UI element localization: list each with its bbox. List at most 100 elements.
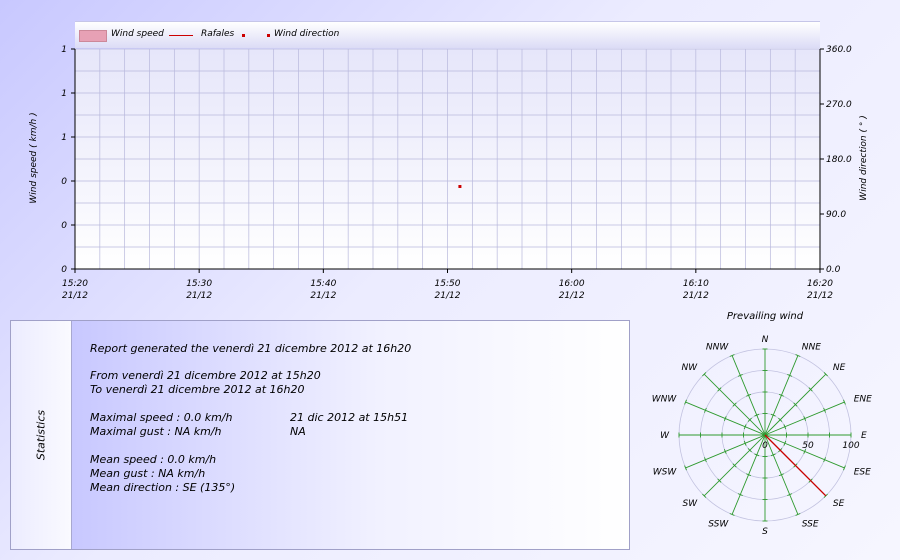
rose-spoke-tick: [823, 493, 828, 498]
rose-spoke: [764, 434, 799, 515]
rose-direction-label: SSW: [708, 520, 729, 530]
y2-tick-label: 360.0: [826, 45, 852, 55]
rose-spoke-tick: [743, 424, 747, 430]
rose-direction-label: WNW: [652, 394, 678, 404]
rose-spoke-tick: [702, 493, 707, 498]
rose-spoke-tick: [723, 416, 727, 422]
rose-spoke-tick: [737, 493, 743, 496]
x-tick-time: 15:40: [310, 279, 336, 289]
rose-spoke-tick: [723, 448, 727, 454]
rose-spoke-tick: [803, 416, 807, 422]
rose-spoke-tick: [787, 374, 793, 377]
rose-direction-label: NE: [833, 363, 846, 373]
rose-radial-label: 50: [802, 441, 814, 451]
rose-spoke-tick: [737, 374, 743, 377]
rose-direction-label: NNW: [706, 342, 729, 352]
rose-direction-label: NW: [681, 363, 698, 373]
rose-radial-label: 0: [762, 441, 768, 451]
y2-tick-label: 90.0: [826, 210, 846, 220]
to-line: To venerdì 21 dicembre 2012 at 16h20: [90, 383, 305, 396]
rose-spoke-tick: [783, 424, 787, 430]
x-tick-time: 16:00: [559, 279, 585, 289]
y2-tick-label: 270.0: [826, 100, 852, 110]
rose-ring: [743, 413, 787, 457]
rose-direction-label: N: [762, 335, 769, 345]
rose-spoke: [764, 434, 827, 497]
y-tick-label: 1: [61, 45, 67, 55]
rose-spoke-tick: [746, 473, 752, 477]
rose-spoke-tick: [823, 372, 828, 377]
rose-spoke-tick: [823, 407, 826, 413]
rose-spoke-tick: [717, 387, 722, 392]
rose-spoke: [764, 373, 827, 436]
mean-speed-line: Mean speed : 0.0 km/h: [90, 453, 217, 466]
x-tick-date: 21/12: [807, 291, 833, 301]
rose-spoke-tick: [717, 478, 722, 483]
rose-spoke-tick: [704, 407, 707, 413]
rose-spoke-tick: [702, 372, 707, 377]
rose-spoke-tick: [747, 417, 752, 422]
wind-time-chart: 0 0 0 1 1 1 0.0 90.0 180.0 270.0 360.0 15:20 21/12 15…: [61, 45, 852, 301]
y2-tick-label: 0.0: [826, 265, 841, 275]
from-line: From venerdì 21 dicembre 2012 at 15h20: [90, 369, 321, 382]
x-tick-date: 21/12: [62, 291, 88, 301]
x-tick-time: 16:20: [807, 279, 833, 289]
rose-spoke-tick: [808, 478, 813, 483]
rose-spoke-tick: [754, 413, 760, 417]
x-tick-time: 15:30: [186, 279, 212, 289]
statistics-body: Report generated the venerdì 21 dicembre…: [72, 321, 629, 549]
x-tick-time: 15:50: [435, 279, 461, 289]
rose-spoke: [764, 355, 799, 436]
rose-spoke-tick: [743, 440, 747, 446]
rose-value-line: [764, 434, 827, 497]
statistics-title: Statistics: [34, 409, 48, 461]
rose-spoke-tick: [778, 417, 783, 422]
max-gust-time: NA: [290, 425, 306, 438]
rose-spoke-tick: [778, 393, 784, 397]
rose-direction-label: SSE: [802, 520, 819, 530]
y-tick-label: 0: [61, 265, 67, 275]
rose-spoke: [764, 434, 845, 469]
rose-spoke: [685, 401, 766, 436]
x-tick-time: 16:10: [683, 279, 709, 289]
rose-spoke-tick: [795, 354, 801, 357]
rose-spoke-tick: [783, 440, 787, 446]
rose-spoke-tick: [704, 457, 707, 463]
rose-spoke-tick: [770, 453, 776, 457]
x-tick-date: 21/12: [559, 291, 585, 301]
max-speed-line: Maximal speed : 0.0 km/h: [90, 411, 233, 424]
rose-spoke: [731, 355, 766, 436]
rose-spoke-tick: [778, 473, 784, 477]
rose-ring: [678, 348, 852, 522]
rose-spoke-tick: [747, 448, 752, 453]
rose-spoke: [685, 434, 766, 469]
rose-spoke-tick: [793, 402, 798, 407]
mean-gust-line: Mean gust : NA km/h: [90, 467, 206, 480]
rose-direction-label: NNE: [802, 342, 821, 352]
rose-spoke-tick: [746, 393, 752, 397]
rose-spoke-tick: [843, 465, 846, 471]
rose-spoke-tick: [732, 463, 737, 468]
statistics-panel: Statistics Report generated the venerdì …: [10, 320, 630, 550]
rose-radial-label: 100: [842, 441, 859, 451]
rose-spoke-tick: [684, 465, 687, 471]
rose-spoke-tick: [795, 513, 801, 516]
y-tick-label: 1: [61, 133, 67, 143]
rose-direction-label: ESE: [854, 468, 871, 478]
rose-spoke-tick: [729, 354, 735, 357]
max-speed-time: 21 dic 2012 at 15h51: [290, 411, 409, 424]
y-tick-label: 0: [61, 177, 67, 187]
wind-direction-point: [458, 185, 462, 188]
y-tick-label: 1: [61, 89, 67, 99]
rose-ring: [700, 370, 830, 500]
rose-spoke-tick: [729, 513, 735, 516]
rose-spoke-tick: [793, 463, 798, 468]
rose-spoke: [703, 373, 766, 436]
y2-axis-label: Wind direction ( ° ): [859, 115, 869, 201]
rose-spoke-tick: [732, 402, 737, 407]
x-tick-time: 15:20: [62, 279, 88, 289]
rose-spoke-tick: [803, 448, 807, 454]
rose-spoke-tick: [778, 448, 783, 453]
rose-direction-label: WSW: [653, 468, 678, 478]
rose-spoke-tick: [808, 387, 813, 392]
